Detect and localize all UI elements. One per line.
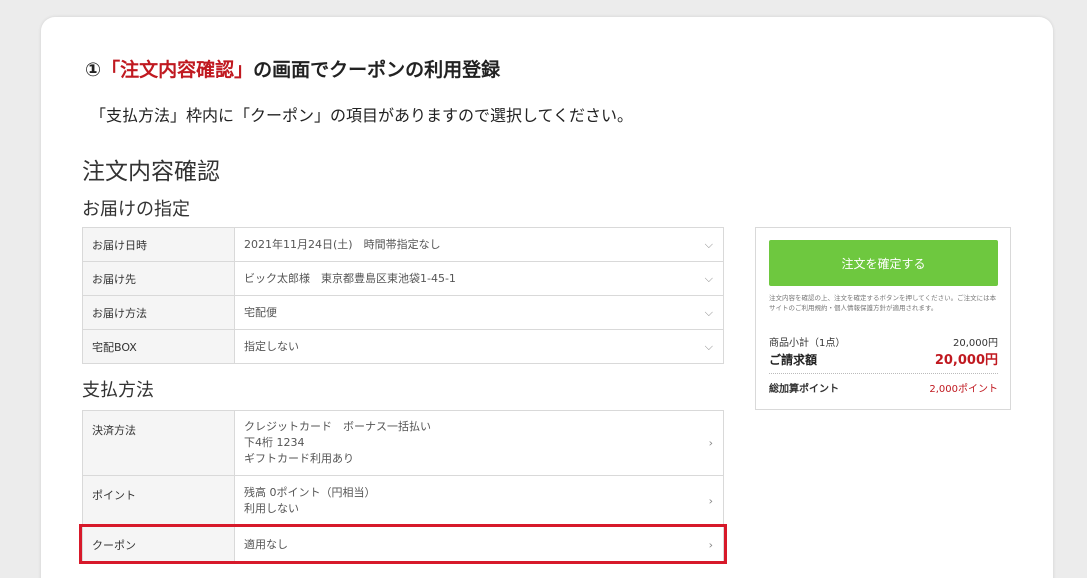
chevron-down-icon[interactable]: ⌵ xyxy=(705,238,713,252)
confirm-order-button[interactable]: 注文を確定する xyxy=(769,240,998,286)
row-label: 宅配BOX xyxy=(83,330,235,363)
subtotal-line: 商品小計（1点） 20,000円 xyxy=(769,334,998,349)
confirmation-note: 注文内容を確認の上、注文を確定するボタンを押してください。ご注文には本サイトのご… xyxy=(769,294,997,312)
row-value: 宅配便 xyxy=(244,305,277,319)
payment-section-title: 支払方法 xyxy=(82,380,154,401)
row-label: お届け先 xyxy=(83,262,235,295)
instruction-text: 「支払方法」枠内に「クーポン」の項目がありますので選択してください。 xyxy=(90,106,634,125)
chevron-down-icon[interactable]: ⌵ xyxy=(705,306,713,320)
payment-method-line: クレジットカード ボーナス一括払い xyxy=(244,420,431,433)
page-title: 注文内容確認 xyxy=(82,159,220,185)
chevron-down-icon[interactable]: ⌵ xyxy=(705,340,713,354)
chevron-right-icon[interactable]: › xyxy=(709,538,713,551)
row-label: ポイント xyxy=(83,476,235,526)
order-summary-panel: 注文を確定する 注文内容を確認の上、注文を確定するボタンを押してください。ご注文… xyxy=(755,227,1011,410)
billing-value: 20,000円 xyxy=(934,353,998,368)
delivery-table: お届け日時 2021年11月24日(土) 時間帯指定なし ⌵ お届け先 ビック太… xyxy=(82,227,724,364)
points-label: 総加算ポイント xyxy=(769,384,839,395)
step-heading-accent: 「注文内容確認」 xyxy=(101,59,254,81)
content-card: ①「注文内容確認」の画面でクーポンの利用登録 「支払方法」枠内に「クーポン」の項… xyxy=(41,17,1053,578)
row-label: 決済方法 xyxy=(83,411,235,475)
delivery-row-method[interactable]: お届け方法 宅配便 ⌵ xyxy=(83,296,723,330)
subtotal-value: 20,000円 xyxy=(953,338,998,349)
row-value: 残高 0ポイント（円相当） 利用しない xyxy=(235,476,723,526)
row-value: 適用なし xyxy=(244,537,288,551)
gift-card-line: ギフトカード利用あり xyxy=(244,452,354,465)
chevron-right-icon[interactable]: › xyxy=(709,495,713,508)
point-balance-line: 残高 0ポイント（円相当） xyxy=(244,486,376,499)
payment-table: 決済方法 クレジットカード ボーナス一括払い 下4桁 1234 ギフトカード利用… xyxy=(82,410,724,563)
chevron-down-icon[interactable]: ⌵ xyxy=(705,272,713,286)
step-heading: ①「注文内容確認」の画面でクーポンの利用登録 xyxy=(85,55,500,82)
card-digits-line: 下4桁 1234 xyxy=(244,436,305,449)
row-value: 2021年11月24日(土) 時間帯指定なし xyxy=(244,237,441,251)
delivery-row-address[interactable]: お届け先 ビック太郎様 東京都豊島区東池袋1-45-1 ⌵ xyxy=(83,262,723,296)
row-value: 指定しない xyxy=(244,339,299,353)
payment-row-method[interactable]: 決済方法 クレジットカード ボーナス一括払い 下4桁 1234 ギフトカード利用… xyxy=(83,411,723,476)
delivery-section-title: お届けの指定 xyxy=(82,199,190,220)
row-value: ビック太郎様 東京都豊島区東池袋1-45-1 xyxy=(244,271,456,285)
delivery-row-box[interactable]: 宅配BOX 指定しない ⌵ xyxy=(83,330,723,364)
row-value: クレジットカード ボーナス一括払い 下4桁 1234 ギフトカード利用あり xyxy=(235,411,723,475)
points-line: 総加算ポイント 2,000ポイント xyxy=(769,380,998,395)
billing-label: ご請求額 xyxy=(769,353,818,367)
payment-row-coupon[interactable]: クーポン 適用なし › xyxy=(83,527,723,563)
step-number: ① xyxy=(85,59,102,81)
row-label: お届け方法 xyxy=(83,296,235,329)
row-label: お届け日時 xyxy=(83,228,235,261)
delivery-row-datetime[interactable]: お届け日時 2021年11月24日(土) 時間帯指定なし ⌵ xyxy=(83,228,723,262)
payment-row-point[interactable]: ポイント 残高 0ポイント（円相当） 利用しない › xyxy=(83,476,723,527)
point-usage-line: 利用しない xyxy=(244,502,299,515)
row-label: クーポン xyxy=(83,527,235,562)
subtotal-label: 商品小計（1点） xyxy=(769,338,846,349)
step-heading-text: の画面でクーポンの利用登録 xyxy=(253,59,501,81)
billing-line: ご請求額 20,000円 xyxy=(769,349,998,368)
divider xyxy=(769,373,998,374)
points-value: 2,000ポイント xyxy=(929,384,998,395)
chevron-right-icon[interactable]: › xyxy=(709,437,713,450)
